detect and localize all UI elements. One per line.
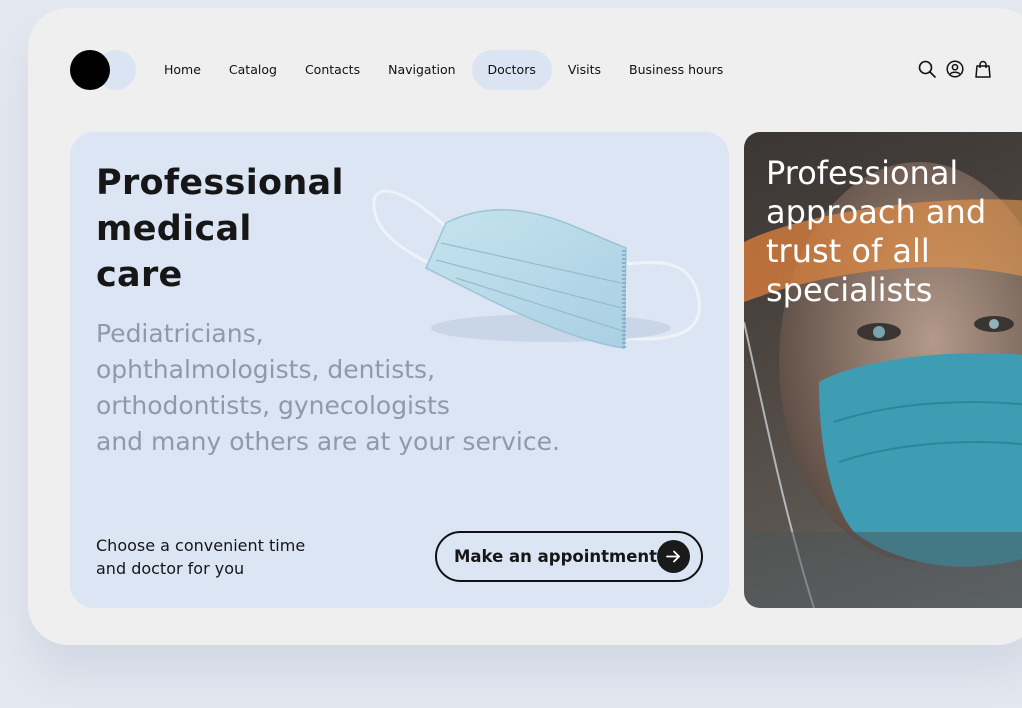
main-nav: Home Catalog Contacts Navigation Doctors… (152, 50, 739, 90)
make-appointment-button[interactable]: Make an appointment (435, 531, 703, 582)
nav-item-home[interactable]: Home (152, 50, 213, 90)
header-icons (918, 60, 992, 78)
search-icon[interactable] (918, 60, 936, 78)
nav-item-business-hours[interactable]: Business hours (617, 50, 735, 90)
arrow-right-icon (657, 540, 690, 573)
nav-item-catalog[interactable]: Catalog (217, 50, 289, 90)
bag-icon[interactable] (974, 60, 992, 78)
hero-note: Choose a convenient time and doctor for … (96, 536, 306, 578)
side-photo-panel: Professional approach and trust of all s… (744, 132, 1022, 608)
main-card: Home Catalog Contacts Navigation Doctors… (28, 8, 1022, 645)
user-icon[interactable] (946, 60, 964, 78)
nav-item-navigation[interactable]: Navigation (376, 50, 467, 90)
hero-subtitle: Pediatricians, ophthalmologists, dentist… (96, 319, 560, 456)
logo[interactable] (70, 50, 138, 90)
cta-label: Make an appointment (454, 547, 658, 566)
hero-title: Professional medical care (96, 163, 344, 295)
nav-item-visits[interactable]: Visits (556, 50, 613, 90)
side-title: Professional approach and trust of all s… (766, 154, 987, 309)
nav-item-doctors[interactable]: Doctors (471, 50, 552, 90)
hero-panel: Professional medical care Pediatricians,… (70, 132, 729, 608)
nav-item-contacts[interactable]: Contacts (293, 50, 372, 90)
